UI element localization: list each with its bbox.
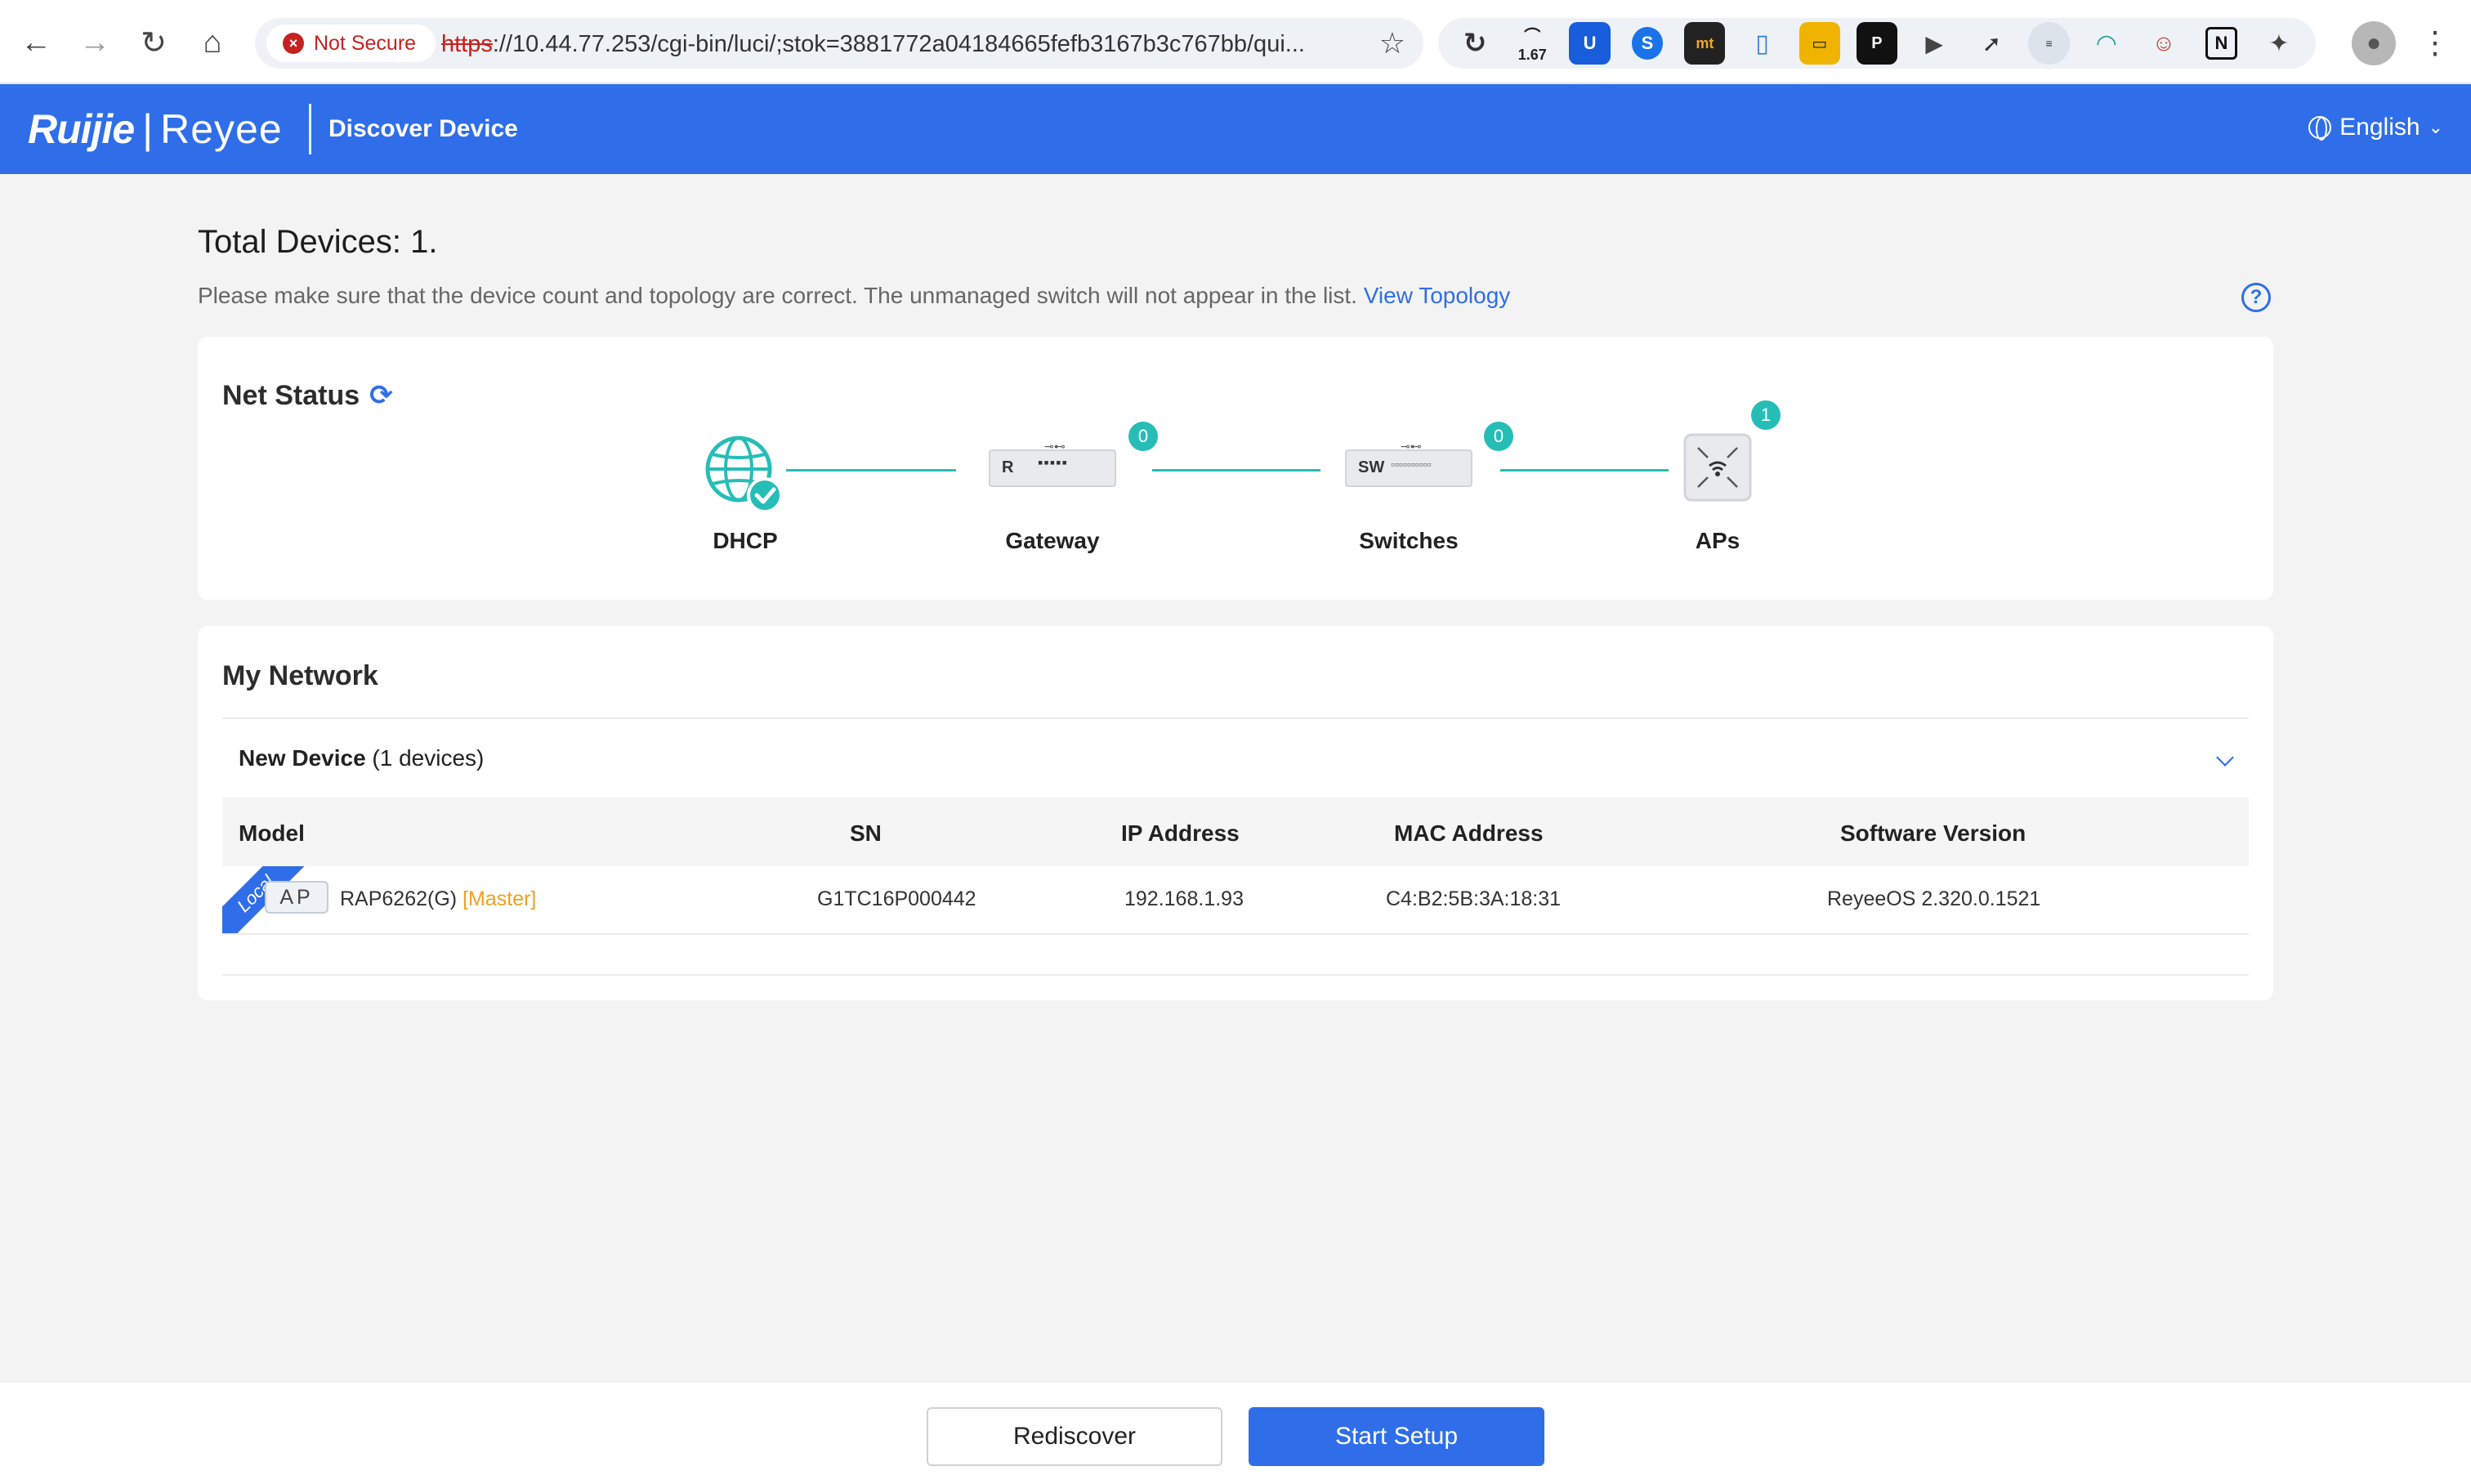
topology-hint: Please make sure that the device count a… [198,283,1511,308]
chevron-down-icon: ⌄ [2428,117,2443,137]
col-mac: MAC Address [1394,820,1544,846]
reload-icon[interactable]: ↻ [132,21,175,64]
col-model: Model [239,820,305,846]
security-label: Not Secure [314,31,417,55]
browser-menu-icon[interactable]: ⋮ [2419,21,2451,65]
master-tag: [Master] [462,887,537,910]
gateway-switch-link [1152,469,1320,472]
dhcp-gateway-link [786,469,956,472]
col-sn: SN [850,820,882,846]
app-header: Ruijie | Reyee Discover Device English ⌄ [0,84,2471,174]
notion-icon[interactable]: N [2205,27,2237,60]
browser-toolbar: ← → ↻ ⌂ × Not Secure https://10.44.77.25… [0,0,2471,83]
ap-type-tag: AP [265,881,328,914]
shazam-icon[interactable]: S [1631,27,1664,60]
rediscover-button[interactable]: Rediscover [927,1407,1222,1466]
bookmark-star-icon[interactable]: ☆ [1379,26,1405,60]
col-ip: IP Address [1121,820,1240,846]
gateway-label: Gateway [1005,528,1100,553]
address-bar[interactable]: × Not Secure https://10.44.77.253/cgi-bi… [255,18,1423,69]
dhcp-label: DHCP [713,528,778,553]
net-status-title: Net Status ⟳ [222,379,393,412]
globe-icon [705,436,783,512]
document-extension-icon[interactable]: ▯ [1741,22,1782,65]
help-icon[interactable]: ? [2241,283,2271,312]
chevron-down-icon[interactable] [2216,749,2234,767]
video-extension-icon[interactable]: ▶ [1914,22,1955,65]
my-network-title: My Network [222,660,378,691]
device-sn: G1TC16P000442 [817,887,976,910]
speed-extension-icon[interactable]: ⌒ 1.67 [1512,22,1553,65]
url-text[interactable]: https://10.44.77.253/cgi-bin/luci/;stok=… [441,31,1305,58]
net-status-card: Net Status ⟳ [198,337,2273,600]
switches-label: Switches [1359,528,1459,553]
col-software: Software Version [1840,820,2026,846]
aps-label: APs [1695,528,1740,553]
gateway-count-badge: 0 [1128,422,1158,451]
table-bottom-divider [222,974,2249,976]
back-icon[interactable]: ← [15,21,57,64]
device-ip: 192.168.1.93 [1124,887,1244,910]
switch-ap-link [1500,469,1669,472]
security-chip[interactable]: × Not Secure [266,25,436,62]
rainbow-extension-icon[interactable]: ◠ [2086,22,2127,65]
header-divider [309,104,311,154]
switch-device-icon: SW ▫▫▫▫▫▫▫▫▫▫ ⊸⊷ [1345,440,1472,487]
table-row[interactable]: Local AP RAP6262(G) [Master] G1TC16P0004… [222,866,2249,935]
globe-icon [2308,116,2332,141]
profile-avatar[interactable]: ● [2352,21,2396,65]
home-icon[interactable]: ⌂ [191,21,234,64]
device-table-header: Model SN IP Address MAC Address Software… [222,798,2249,866]
device-group-header[interactable]: New Device (1 devices) [239,745,484,771]
my-network-card: My Network New Device (1 devices) Model … [198,626,2273,1000]
total-devices-title: Total Devices: 1. [198,224,438,260]
folder-extension-icon[interactable]: ▭ [1799,22,1840,65]
access-point-icon [1683,433,1752,502]
device-software: ReyeeOS 2.320.0.1521 [1827,887,2041,910]
refresh-extension-icon[interactable]: ↻ [1454,22,1495,65]
forward-icon[interactable]: → [74,21,116,64]
send-extension-icon[interactable]: ➚ [1971,22,2012,65]
face-extension-icon[interactable]: ☺ [2143,22,2184,65]
start-setup-button[interactable]: Start Setup [1249,1407,1544,1466]
puzzle-extensions-icon[interactable]: ✦ [2259,22,2299,65]
ruijie-reyee-logo: Ruijie | Reyee [28,106,283,152]
network-divider [222,717,2249,719]
mt-extension-icon[interactable]: mt [1684,22,1726,65]
aps-count-badge: 1 [1751,400,1781,430]
footer-bar: Rediscover Start Setup [0,1383,2471,1484]
refresh-icon[interactable]: ⟳ [369,379,393,412]
language-selector[interactable]: English ⌄ [2308,114,2443,141]
extensions-bar: ↻ ⌒ 1.67 U S mt ▯ ▭ P ▶ ➚ ≡ ◠ ☺ N ✦ [1438,18,2316,69]
switches-count-badge: 0 [1484,422,1513,451]
page-title: Discover Device [328,115,518,142]
device-model: RAP6262(G) [Master] [340,887,537,910]
gateway-device-icon: R ▪▪▪▪▪ ⊸⊷ [989,440,1116,487]
language-label: English [2339,114,2420,141]
view-topology-link[interactable]: View Topology [1364,283,1511,308]
not-secure-icon: × [283,33,304,54]
active-extension-icon[interactable]: ≡ [2028,22,2070,65]
p-extension-icon[interactable]: P [1856,22,1898,65]
device-mac: C4:B2:5B:3A:18:31 [1386,887,1562,910]
bitwarden-icon[interactable]: U [1569,22,1611,65]
